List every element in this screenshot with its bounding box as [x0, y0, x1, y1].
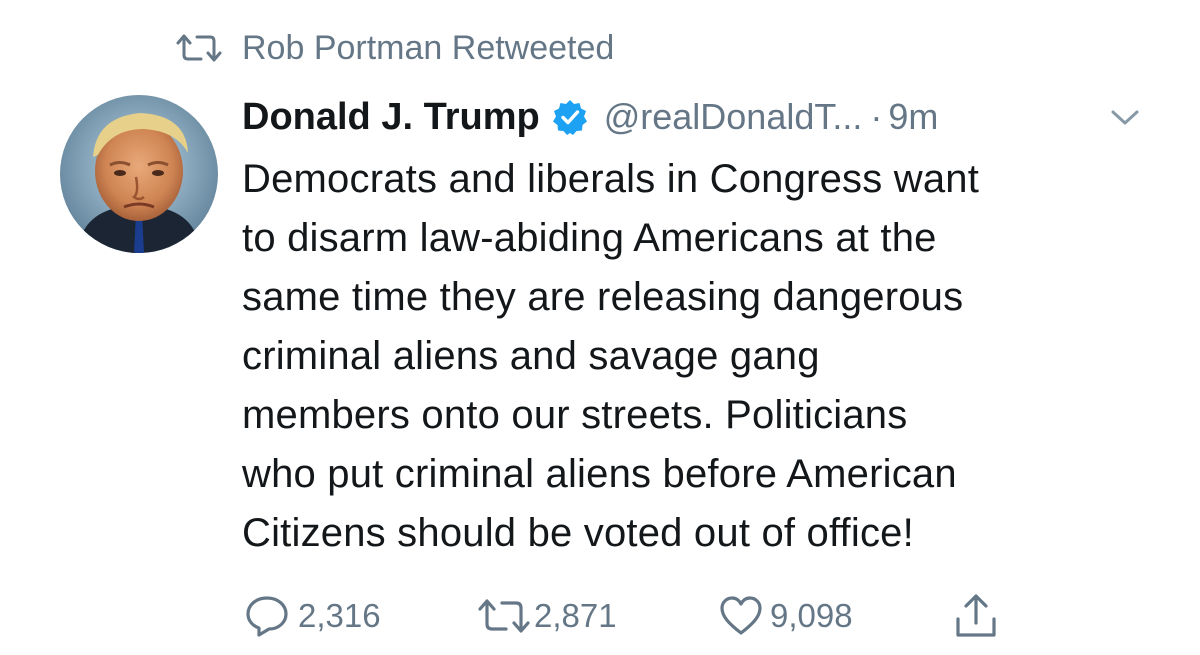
tweet-text: Democrats and liberals in Congress want …: [242, 150, 1172, 563]
tweet-text-line: members onto our streets. Politicians: [242, 393, 908, 437]
like-button[interactable]: 9,098: [718, 592, 853, 640]
verified-badge-icon: [552, 100, 587, 135]
heart-icon: [720, 596, 762, 635]
reply-count: 2,316: [298, 597, 381, 634]
share-icon: [956, 594, 996, 637]
tweet-text-line: who put criminal aliens before American: [242, 452, 957, 496]
tweet[interactable]: Rob Portman Retweeted Donald J. Trump @r…: [0, 0, 1200, 655]
author-handle[interactable]: @realDonaldT...: [604, 96, 863, 138]
tweet-text-line: Citizens should be voted out of office!: [242, 511, 914, 555]
tweet-timestamp[interactable]: 9m: [888, 96, 938, 138]
share-button[interactable]: [954, 592, 998, 640]
tweet-text-line: criminal aliens and savage gang: [242, 334, 820, 378]
retweet-icon: [176, 34, 222, 62]
tweet-actions: 2,316 2,871 9,098: [244, 592, 1144, 640]
retweet-button[interactable]: 2,871: [476, 592, 617, 640]
reply-button[interactable]: 2,316: [244, 592, 381, 640]
retweet-context: Rob Portman Retweeted: [174, 26, 614, 70]
author-display-name[interactable]: Donald J. Trump: [242, 96, 540, 139]
header-separator: ·: [870, 96, 883, 137]
tweet-text-line: Democrats and liberals in Congress want: [242, 157, 980, 201]
reply-icon: [246, 596, 288, 637]
retweet-context-text[interactable]: Rob Portman Retweeted: [242, 29, 614, 68]
like-count: 9,098: [770, 597, 853, 634]
tweet-header: Donald J. Trump @realDonaldT... · 9m: [242, 92, 1162, 142]
retweet-count: 2,871: [534, 597, 617, 634]
chevron-down-icon[interactable]: [1110, 108, 1140, 128]
tweet-text-line: same time they are releasing dangerous: [242, 275, 964, 319]
avatar[interactable]: [60, 95, 218, 253]
retweet-icon: [478, 599, 530, 633]
tweet-text-line: to disarm law-abiding Americans at the: [242, 216, 937, 260]
avatar-image: [60, 95, 218, 253]
